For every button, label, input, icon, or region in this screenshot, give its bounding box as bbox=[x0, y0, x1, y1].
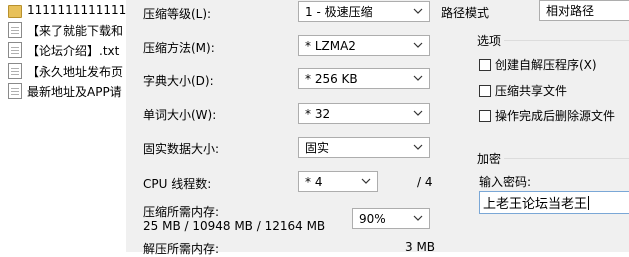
encryption-group-title: 加密 bbox=[477, 152, 502, 166]
cpu-threads-value: * 4 bbox=[305, 174, 323, 189]
options-group-title: 选项 bbox=[477, 34, 502, 48]
memory-usage-select[interactable]: 90% bbox=[352, 208, 430, 229]
compression-method-label: 压缩方法(M): bbox=[143, 41, 215, 55]
password-label: 输入密码: bbox=[479, 175, 532, 189]
checkbox-box[interactable] bbox=[479, 58, 491, 71]
folder-icon bbox=[8, 4, 22, 18]
document-icon bbox=[8, 83, 22, 99]
compression-level-value: 1 - 极速压缩 bbox=[305, 5, 373, 19]
delete-after-compress-checkbox[interactable]: 操作完成后删除源文件 bbox=[479, 107, 615, 124]
password-value: 上老王论坛当老王 bbox=[483, 197, 588, 212]
file-list-item[interactable]: 1111111111111111 bbox=[8, 1, 126, 19]
word-size-select[interactable]: * 32 bbox=[298, 103, 430, 124]
compress-shared-files-label: 压缩共享文件 bbox=[495, 84, 568, 98]
path-mode-value: 相对路径 bbox=[546, 4, 595, 18]
file-list-item[interactable]: 【论坛介绍】.txt bbox=[8, 41, 126, 59]
file-name: 【永久地址发布页 bbox=[27, 64, 124, 79]
delete-after-compress-label: 操作完成后删除源文件 bbox=[495, 109, 616, 123]
chevron-down-icon bbox=[413, 73, 423, 83]
solid-block-size-value: 固实 bbox=[305, 141, 330, 155]
dictionary-size-select[interactable]: * 256 KB bbox=[298, 68, 430, 89]
text-caret bbox=[588, 195, 590, 210]
file-name: 【论坛介绍】.txt bbox=[27, 43, 120, 58]
document-icon bbox=[8, 63, 22, 79]
file-name: 【来了就能下载和 bbox=[27, 23, 124, 38]
file-name: 最新地址及APP请 bbox=[27, 84, 122, 99]
memory-compress-label: 压缩所需内存: bbox=[143, 205, 220, 219]
path-mode-label: 路径模式 bbox=[441, 6, 490, 20]
compression-method-select[interactable]: * LZMA2 bbox=[298, 35, 430, 56]
file-list-item[interactable]: 【永久地址发布页 bbox=[8, 62, 126, 80]
document-icon bbox=[8, 22, 22, 38]
file-name: 1111111111111111 bbox=[27, 3, 126, 17]
add-to-archive-dialog: 压缩等级(L): 1 - 极速压缩 压缩方法(M): * LZMA2 字典大小(… bbox=[126, 0, 629, 256]
file-list-item[interactable]: 【来了就能下载和 bbox=[8, 21, 126, 39]
create-sfx-checkbox[interactable]: 创建自解压程序(X) bbox=[479, 56, 597, 73]
file-list: 1111111111111111 【来了就能下载和 【论坛介绍】.txt 【永久… bbox=[0, 0, 126, 252]
word-size-value: * 32 bbox=[305, 106, 331, 121]
group-divider bbox=[504, 158, 629, 159]
chevron-down-icon bbox=[361, 176, 371, 186]
compression-level-label: 压缩等级(L): bbox=[143, 7, 212, 21]
compression-method-value: * LZMA2 bbox=[305, 38, 356, 53]
document-icon bbox=[8, 42, 22, 58]
chevron-down-icon bbox=[413, 142, 423, 152]
password-input[interactable]: 上老王论坛当老王 bbox=[479, 191, 629, 214]
memory-compress-value: 25 MB / 10948 MB / 12164 MB bbox=[143, 219, 326, 233]
cpu-threads-max: / 4 bbox=[417, 175, 433, 189]
group-divider bbox=[504, 40, 629, 41]
path-mode-select[interactable]: 相对路径 bbox=[539, 0, 629, 21]
memory-decompress-label: 解压所需内存: bbox=[143, 242, 220, 256]
chevron-down-icon bbox=[413, 6, 423, 16]
create-sfx-label: 创建自解压程序(X) bbox=[495, 58, 597, 72]
checkbox-box[interactable] bbox=[479, 84, 491, 97]
checkbox-box[interactable] bbox=[479, 109, 491, 122]
cpu-threads-select[interactable]: * 4 bbox=[298, 171, 378, 192]
chevron-down-icon bbox=[413, 40, 423, 50]
compress-shared-files-checkbox[interactable]: 压缩共享文件 bbox=[479, 82, 567, 99]
chevron-down-icon bbox=[413, 213, 423, 223]
cpu-threads-label: CPU 线程数: bbox=[143, 177, 212, 191]
solid-block-size-label: 固实数据大小: bbox=[143, 142, 220, 156]
chevron-down-icon bbox=[413, 108, 423, 118]
compression-level-select[interactable]: 1 - 极速压缩 bbox=[298, 1, 430, 22]
memory-usage-value: 90% bbox=[359, 211, 386, 226]
dictionary-size-label: 字典大小(D): bbox=[143, 74, 214, 88]
dictionary-size-value: * 256 KB bbox=[305, 71, 358, 86]
solid-block-size-select[interactable]: 固实 bbox=[298, 137, 430, 158]
word-size-label: 单词大小(W): bbox=[143, 108, 217, 122]
file-list-item[interactable]: 最新地址及APP请 bbox=[8, 82, 126, 100]
